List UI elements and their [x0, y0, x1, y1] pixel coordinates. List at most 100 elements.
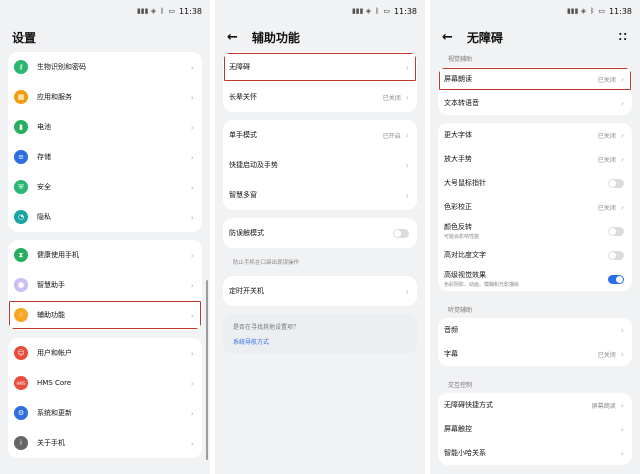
settings-group-3: ☺ 用户和帐户 › HMS HMS Core › ⚙ 系统和更新 › i 关于手机 ›	[8, 338, 202, 458]
list-item[interactable]: 高级视觉效果 色彩阴影、动画、模糊和光影描绘	[438, 267, 632, 291]
battery-icon: ▭	[383, 7, 390, 15]
list-item[interactable]: 屏幕朗读 已关闭 ›	[438, 67, 632, 91]
list-item[interactable]: 大号鼠标指针	[438, 171, 632, 195]
list-item[interactable]: 长辈关怀 已关闭 ›	[223, 82, 417, 112]
settings-item-gear[interactable]: ⚙ 系统和更新 ›	[8, 398, 202, 428]
page-title: 设置	[12, 30, 37, 45]
chevron-right-icon: ›	[620, 130, 624, 140]
chevron-right-icon: ›	[620, 349, 624, 359]
timer-row[interactable]: 定时开关机 ›	[223, 276, 417, 306]
signal-icon: ▮▮▮ ◈	[566, 7, 587, 15]
tip-link[interactable]: 系统导航方式	[233, 337, 407, 346]
settings-item-label: 存储	[37, 153, 51, 161]
more-options-icon[interactable]: ⁚⁚	[618, 32, 628, 43]
back-arrow-icon[interactable]: ←	[227, 30, 238, 45]
settings-item-lock[interactable]: ◔ 隐私 ›	[8, 202, 202, 232]
list-item[interactable]: 文本转语音 ›	[438, 91, 632, 115]
settings-item-user[interactable]: ☺ 用户和帐户 ›	[8, 338, 202, 368]
settings-item-hand[interactable]: ☝ 辅助功能 ›	[8, 300, 202, 330]
list-item[interactable]: 智慧多窗 ›	[223, 180, 417, 210]
assistant-icon: ●	[14, 278, 28, 292]
page-title: 辅助功能	[251, 30, 300, 45]
status-value: 已关闭	[597, 204, 616, 212]
list-item-label: 颜色反转 可能会影响性能	[444, 222, 608, 240]
vision-group-2: 更大字体 已关闭 › 放大手势 已关闭 › 大号鼠标指针色彩校正 已关闭 › 颜色反转 可能会影响性…	[438, 123, 632, 291]
list-item[interactable]: 更大字体 已关闭 ›	[438, 123, 632, 147]
chevron-right-icon: ›	[190, 62, 194, 72]
list-item-label: 更大字体	[444, 130, 598, 140]
list-item[interactable]: 快捷启动及手势 ›	[223, 150, 417, 180]
settings-item-label: 系统和更新	[37, 409, 72, 417]
vision-group-1: 屏幕朗读 已关闭 › 文本转语音 ›	[438, 67, 632, 115]
anti-touch-toggle[interactable]	[393, 228, 409, 238]
item-title: 色彩校正	[444, 203, 472, 211]
list-item-label: 屏幕朗读	[444, 74, 598, 84]
status-bar: ▮▮▮ ◈ ᛒ ▭ 11:38	[430, 0, 640, 22]
list-item-label: 放大手势	[444, 154, 598, 164]
settings-item-label: 用户和帐户	[37, 349, 72, 357]
settings-item-hms[interactable]: HMS HMS Core ›	[8, 368, 202, 398]
chevron-right-icon: ›	[190, 250, 194, 260]
list-item[interactable]: 单手模式 已开启 ›	[223, 120, 417, 150]
toggle-switch[interactable]	[608, 226, 624, 236]
anti-touch-card: 防误触模式	[223, 218, 417, 248]
list-item[interactable]: 字幕 已关闭 ›	[438, 342, 632, 366]
list-item[interactable]: 高对比度文字	[438, 243, 632, 267]
list-item-label: 智慧多窗	[229, 190, 406, 200]
settings-screen: ▮▮▮ ◈ ᛒ ▭ 11:38 设置 ⚷ 生物识别和密码 › ▦ 应用和服务 › ▮ 电池 › ≡…	[0, 0, 210, 474]
item-title: 智慧多窗	[229, 191, 257, 199]
chevron-right-icon: ›	[405, 160, 409, 170]
bluetooth-icon: ᛒ	[160, 7, 165, 15]
settings-item-label: 健康使用手机	[37, 251, 79, 259]
settings-item-hourglass[interactable]: ⧗ 健康使用手机 ›	[8, 240, 202, 270]
item-title: 无障碍	[229, 63, 250, 71]
toggle-switch[interactable]	[608, 274, 624, 284]
settings-item-storage[interactable]: ≡ 存储 ›	[8, 142, 202, 172]
settings-item-assistant[interactable]: ● 智慧助手 ›	[8, 270, 202, 300]
list-item-label: 无障碍快捷方式	[444, 400, 592, 410]
hourglass-icon: ⧗	[14, 248, 28, 262]
settings-item-battery[interactable]: ▮ 电池 ›	[8, 112, 202, 142]
anti-touch-row[interactable]: 防误触模式	[223, 218, 417, 248]
list-item[interactable]: 颜色反转 可能会影响性能	[438, 219, 632, 243]
chevron-right-icon: ›	[405, 62, 409, 72]
list-item[interactable]: 音频 ›	[438, 318, 632, 342]
back-arrow-icon[interactable]: ←	[442, 30, 453, 45]
chevron-right-icon: ›	[190, 408, 194, 418]
accessibility-screen: ▮▮▮ ◈ ᛒ ▭ 11:38 ← 辅助功能 无障碍 › 长辈关怀 已关闭 › 单手模式…	[215, 0, 425, 474]
toggle-switch[interactable]	[608, 178, 624, 188]
chevron-right-icon: ›	[620, 448, 624, 458]
toggle-switch[interactable]	[608, 250, 624, 260]
grid-icon: ▦	[14, 90, 28, 104]
settings-item-shield[interactable]: ⛨ 安全 ›	[8, 172, 202, 202]
scrollbar[interactable]	[206, 280, 208, 460]
list-item[interactable]: 智能小哈关系 ›	[438, 441, 632, 465]
lock-icon: ◔	[14, 210, 28, 224]
list-item[interactable]: 无障碍快捷方式 屏幕朗读 ›	[438, 393, 632, 417]
status-bar: ▮▮▮ ◈ ᛒ ▭ 11:38	[0, 0, 210, 22]
hearing-group: 音频 › 字幕 已关闭 ›	[438, 318, 632, 366]
signal-icon: ▮▮▮ ◈	[351, 7, 372, 15]
item-title: 文本转语音	[444, 99, 479, 107]
list-item[interactable]: 放大手势 已关闭 ›	[438, 147, 632, 171]
settings-item-info[interactable]: i 关于手机 ›	[8, 428, 202, 458]
anti-touch-note: 防止手机在口袋出现误操作	[233, 260, 300, 266]
accessibility-group-2: 单手模式 已开启 › 快捷启动及手势 › 智慧多窗 ›	[223, 120, 417, 210]
list-item[interactable]: 屏幕触控 ›	[438, 417, 632, 441]
hand-icon: ☝	[14, 308, 28, 322]
item-title: 放大手势	[444, 155, 472, 163]
item-title: 字幕	[444, 350, 458, 358]
list-item[interactable]: 色彩校正 已关闭 ›	[438, 195, 632, 219]
chevron-right-icon: ›	[190, 212, 194, 222]
page-header: ← 辅助功能	[215, 22, 425, 52]
section-interaction: 交互控制	[448, 382, 473, 389]
storage-icon: ≡	[14, 150, 28, 164]
item-title: 快捷启动及手势	[229, 161, 278, 169]
list-item-label: 长辈关怀	[229, 92, 383, 102]
signal-icon: ▮▮▮ ◈	[136, 7, 157, 15]
chevron-right-icon: ›	[190, 182, 194, 192]
settings-item-key[interactable]: ⚷ 生物识别和密码 ›	[8, 52, 202, 82]
settings-item-grid[interactable]: ▦ 应用和服务 ›	[8, 82, 202, 112]
list-item[interactable]: 无障碍 ›	[223, 52, 417, 82]
gear-icon: ⚙	[14, 406, 28, 420]
